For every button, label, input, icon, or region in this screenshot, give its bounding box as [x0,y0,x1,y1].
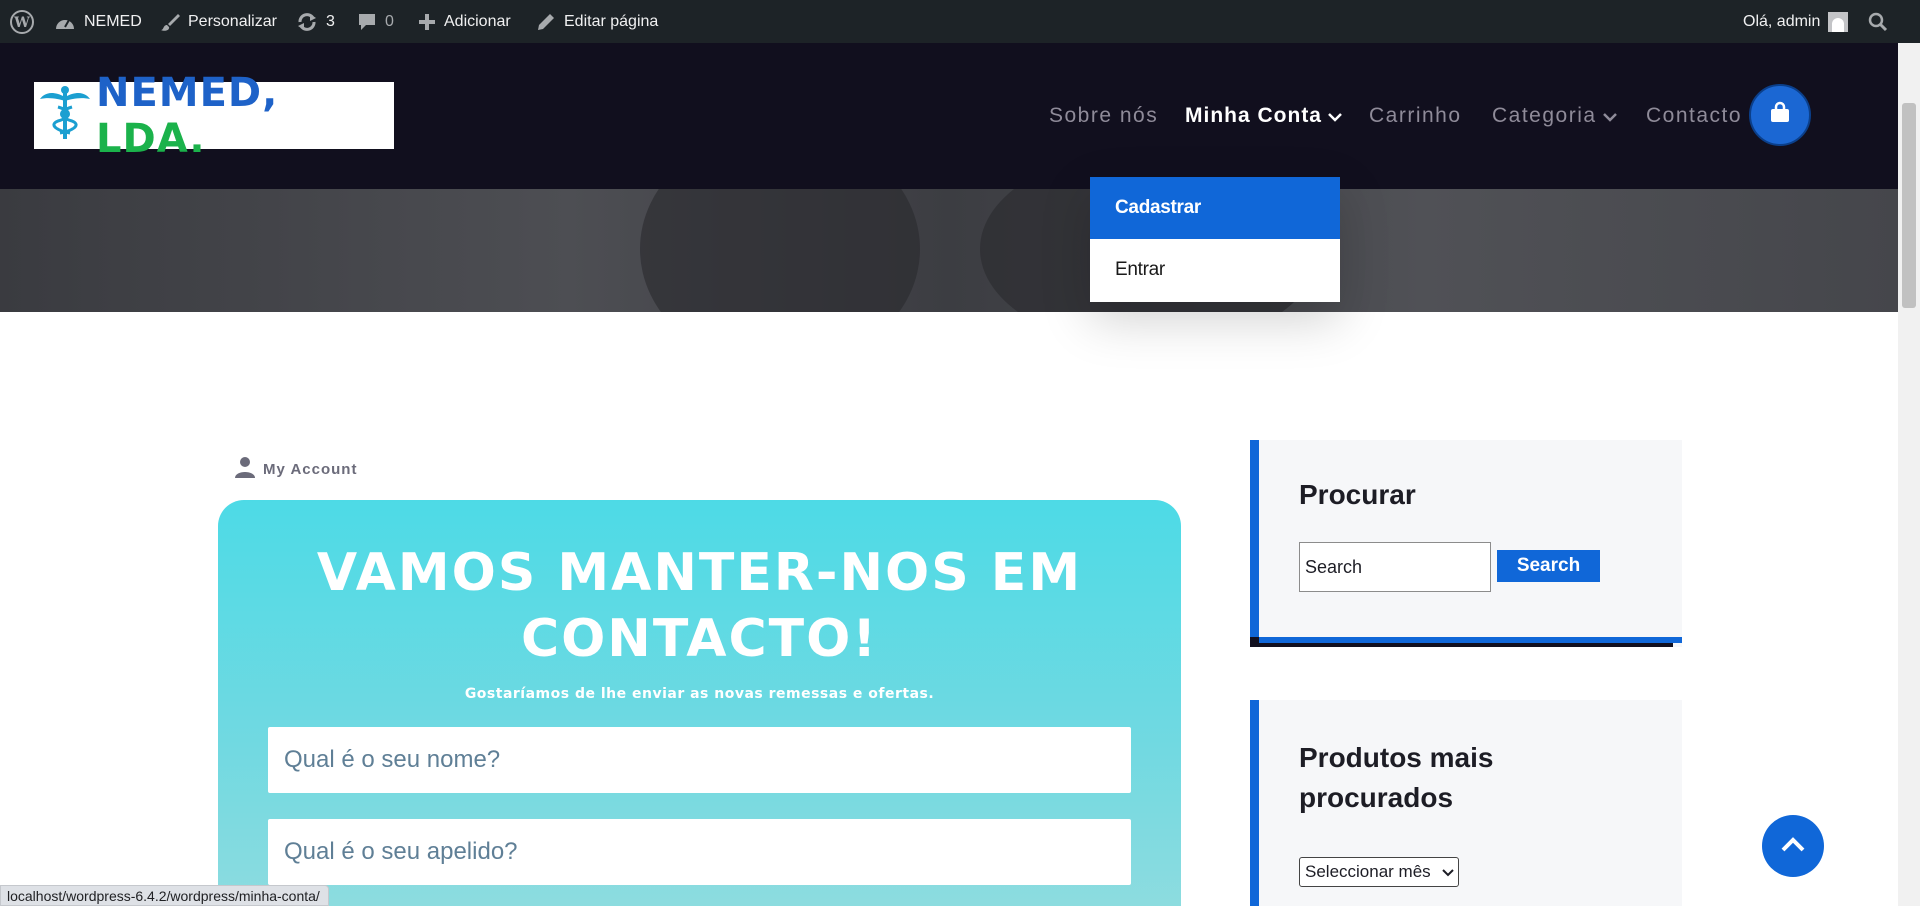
widget-accent-underline [1259,637,1682,643]
widget-accent-bar [1250,440,1259,647]
admin-search-button[interactable] [1868,0,1888,43]
dropdown-caret [1273,162,1301,177]
hero-banner [0,189,1898,312]
month-select[interactable]: Seleccionar mês [1299,857,1459,887]
add-new-menu[interactable]: Adicionar [418,0,511,43]
breadcrumb-label: My Account [263,460,358,478]
chevron-down-icon [1328,104,1342,128]
dropdown-item-register[interactable]: Cadastrar [1090,177,1340,239]
edit-page-label: Editar página [564,12,659,30]
last-name-input[interactable]: Qual é o seu apelido? [268,819,1131,885]
popular-products-widget: Produtos mais procurados Seleccionar mês [1250,700,1682,906]
site-header: NEMED, LDA. Sobre nós Minha Conta Carrin… [0,43,1898,189]
paintbrush-icon [160,12,180,32]
customize-link[interactable]: Personalizar [160,0,277,43]
wordpress-icon: W [10,9,34,34]
edit-page-link[interactable]: Editar página [536,0,658,43]
plus-icon [418,13,436,31]
dropdown-item-login[interactable]: Entrar [1090,239,1340,301]
newsletter-title: VAMOS MANTER-NOS EM CONTACTO! [316,543,1083,669]
search-icon [1868,12,1888,32]
customize-label: Personalizar [188,12,277,30]
chevron-down-icon [1442,862,1454,882]
chevron-down-icon [1602,104,1617,128]
greeting-label: Olá, admin [1743,12,1821,30]
nav-contact[interactable]: Contacto [1646,101,1742,131]
scrollbar-thumb[interactable] [1902,103,1916,308]
updates-link[interactable]: 3 [296,0,335,43]
widget-accent-bar [1250,700,1259,906]
newsletter-subtitle: Gostaríamos de lhe enviar as novas remes… [464,686,935,702]
nav-category[interactable]: Categoria [1492,101,1617,131]
logo-wordmark: NEMED, LDA. [96,69,279,162]
svg-text:W: W [13,15,30,31]
comments-link[interactable]: 0 [357,0,394,43]
dashboard-icon [54,13,76,31]
my-account-menu[interactable]: Olá, admin [1743,0,1849,43]
caduceus-icon [40,85,90,146]
refresh-icon [296,12,318,32]
pencil-icon [536,12,556,32]
comments-count: 0 [385,12,394,30]
cart-button[interactable] [1749,84,1811,146]
chevron-up-icon [1780,835,1806,858]
shopping-bag-icon [1768,101,1792,130]
nav-cart[interactable]: Carrinho [1369,101,1462,131]
scroll-to-top-button[interactable] [1762,815,1824,877]
my-account-dropdown: Cadastrar Entrar [1090,177,1340,302]
wordpress-logo-button[interactable]: W [10,0,34,43]
first-name-input[interactable]: Qual é o seu nome? [268,727,1131,793]
updates-count: 3 [326,12,335,30]
search-button[interactable]: Search [1497,550,1600,582]
site-name-label: NEMED [84,12,142,30]
user-icon [235,456,255,482]
nav-my-account[interactable]: Minha Conta [1185,101,1342,131]
site-name-menu[interactable]: NEMED [54,0,142,43]
breadcrumb: My Account [235,456,357,482]
nav-about[interactable]: Sobre nós [1049,101,1158,131]
popular-widget-title: Produtos mais procurados [1299,742,1494,813]
site-logo[interactable]: NEMED, LDA. [34,70,394,162]
hero-photo-person-left [640,189,920,312]
search-input[interactable]: Search [1299,542,1491,592]
add-new-label: Adicionar [444,12,511,30]
avatar [1828,11,1849,32]
page: { "admin_bar": { "site_name": "NEMED", "… [0,0,1920,906]
newsletter-box: VAMOS MANTER-NOS EM CONTACTO! Gostaríamo… [218,500,1181,906]
page-scrollbar[interactable] [1898,43,1920,906]
search-widget: Procurar Search Search [1250,440,1682,647]
admin-bar: W NEMED Personalizar 3 0 Adicionar Edita… [0,0,1920,43]
link-status-bar: localhost/wordpress-6.4.2/wordpress/minh… [0,885,329,906]
comment-icon [357,12,377,32]
search-widget-title: Procurar [1299,479,1416,510]
